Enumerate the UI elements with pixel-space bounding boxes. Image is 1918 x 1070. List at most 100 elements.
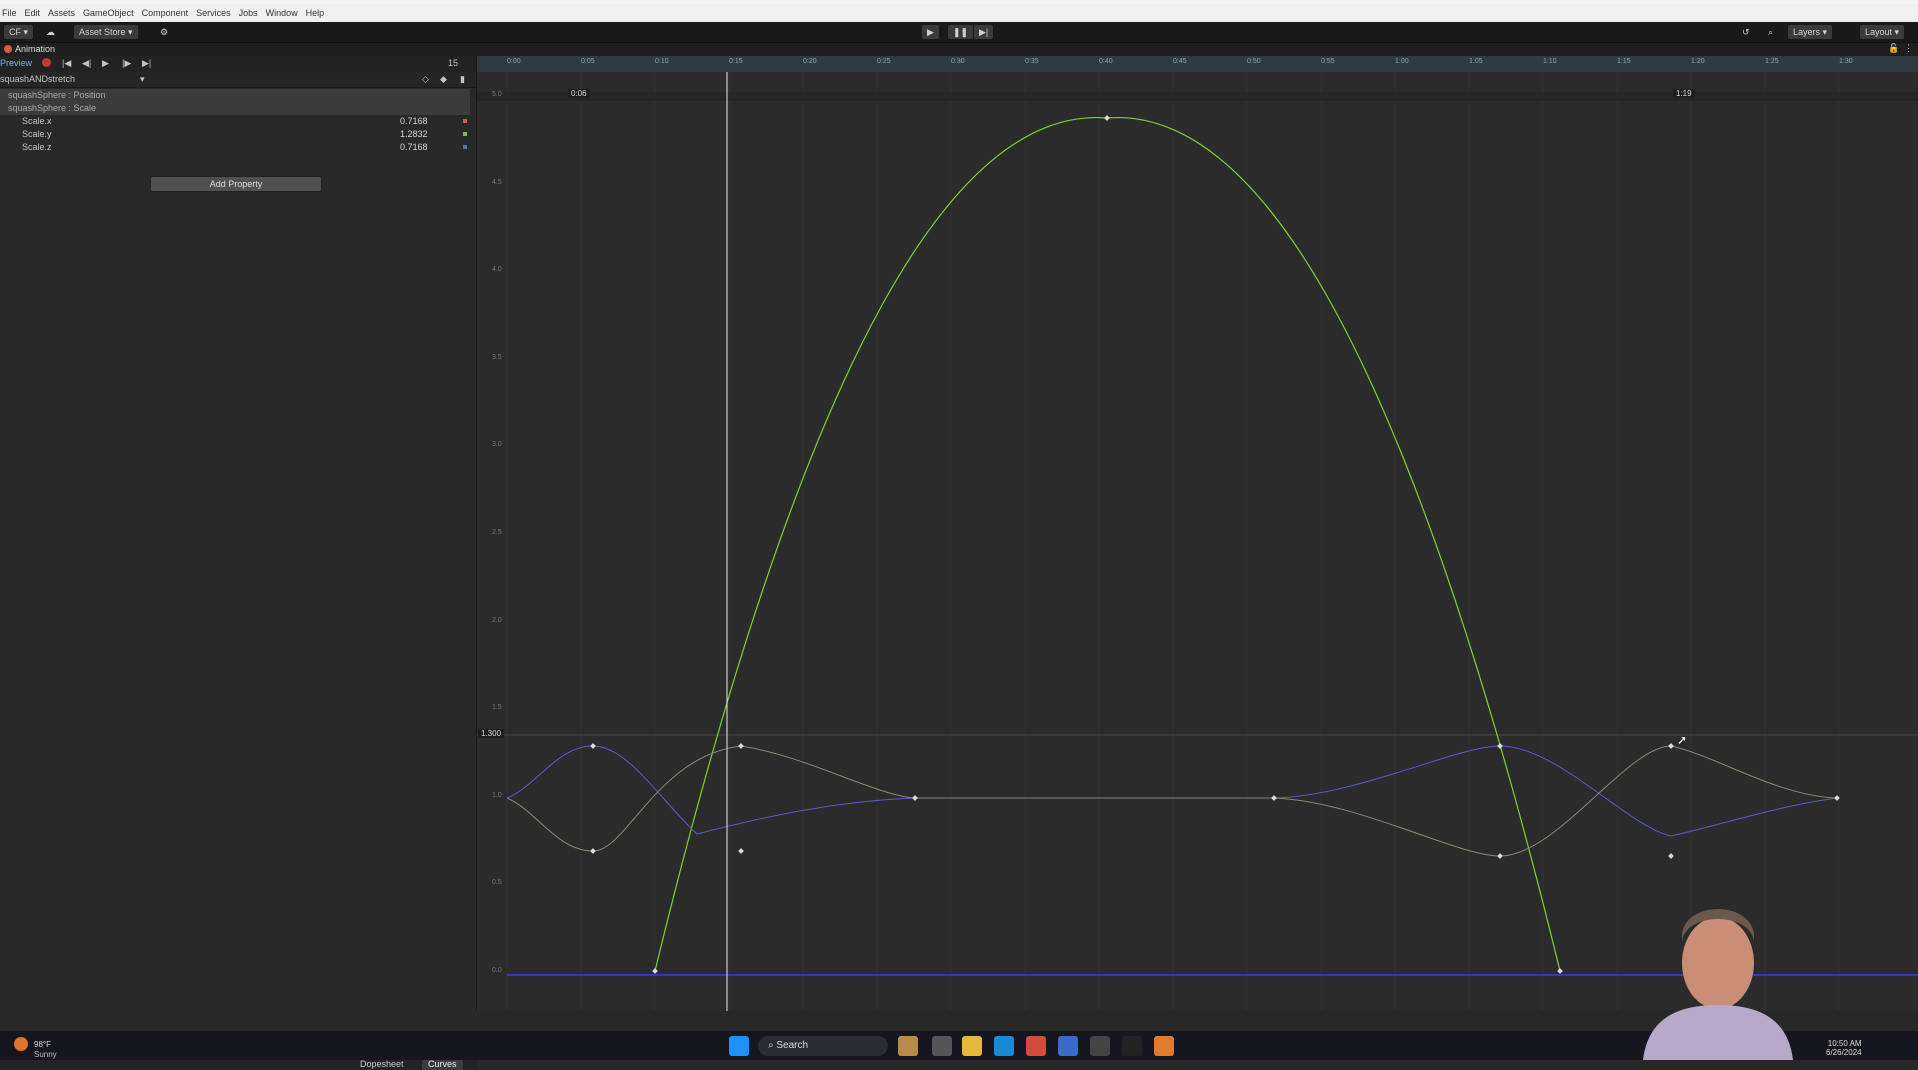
property-group[interactable]: squashSphere : Position: [0, 89, 470, 102]
menu-item-gameobject[interactable]: GameObject: [83, 4, 134, 22]
menu-bar: File Edit Assets GameObject Component Service…: [0, 4, 1918, 22]
task-view-icon[interactable]: [932, 1036, 952, 1056]
property-row[interactable]: Scale.x 0.7168: [0, 115, 470, 128]
y-axis-tick-label: 4.5: [492, 178, 502, 186]
property-label: Scale.z: [22, 142, 52, 152]
layout-label: Layout: [1865, 27, 1893, 37]
time-ruler[interactable]: 0:00 0:05 0:10 0:15 0:20 0:25 0:30 0:35 0:40 0:45…: [477, 56, 1918, 72]
account-dropdown[interactable]: CF ▾: [4, 25, 34, 39]
file-explorer-icon[interactable]: [962, 1036, 982, 1056]
widget-icon[interactable]: [898, 1036, 918, 1056]
property-value-field[interactable]: 0.7168: [400, 141, 440, 154]
y-axis-tick-label: 2.5: [492, 529, 502, 536]
add-event-icon[interactable]: ▮: [460, 74, 465, 85]
cloud-icon[interactable]: ☁: [46, 25, 55, 39]
record-button[interactable]: [42, 58, 51, 67]
ruler-tick-label: 1:15: [1617, 58, 1631, 65]
y-axis-tick-label: 0.0: [492, 967, 502, 974]
unity-hub-icon[interactable]: [1090, 1036, 1110, 1056]
menu-icon[interactable]: ⋮: [1904, 43, 1913, 54]
search-icon[interactable]: ⌕: [1768, 25, 1773, 39]
play-anim-button[interactable]: ▶: [102, 58, 109, 69]
menu-item-file[interactable]: File: [2, 4, 17, 22]
prev-key-button[interactable]: ◀|: [82, 58, 91, 69]
person-face: [1682, 917, 1754, 1009]
ruler-tick-label: 0:45: [1173, 58, 1187, 65]
blender-icon[interactable]: [1154, 1036, 1174, 1056]
ruler-tick-label: 1:00: [1395, 58, 1409, 65]
ruler-tick-label: 1:05: [1469, 58, 1483, 65]
settings-icon[interactable]: ⚙: [160, 25, 168, 39]
frame-field[interactable]: 15: [448, 58, 458, 68]
main-toolbar: CF ▾ ☁ Asset Store ▾ ⚙ ▶ ❚❚ ▶| ↺ ⌕ Layer…: [0, 22, 1918, 43]
curve-editor[interactable]: ➚: [477, 56, 1918, 1011]
edge-icon[interactable]: [994, 1036, 1014, 1056]
y-axis-tick-label: 2.0: [492, 616, 502, 624]
windows-start-icon[interactable]: [729, 1036, 749, 1056]
menu-item-edit[interactable]: Edit: [25, 4, 41, 22]
person-shirt: [1643, 1005, 1793, 1060]
animation-window-icon: [4, 45, 12, 53]
property-group[interactable]: squashSphere : Scale: [0, 102, 470, 115]
windows-taskbar: 98°F Sunny ⌕ Search: [0, 1031, 1918, 1060]
chrome-icon[interactable]: [1026, 1036, 1046, 1056]
ruler-tick-label: 0:00: [507, 58, 521, 65]
last-key-button[interactable]: ▶|: [142, 58, 151, 69]
layers-dropdown[interactable]: Layers ▾: [1788, 25, 1833, 39]
asset-store-dropdown[interactable]: Asset Store ▾: [74, 25, 138, 39]
ruler-tick-label: 0:25: [877, 58, 891, 65]
y-axis-tick-label: 5.0: [492, 91, 502, 98]
clip-dropdown[interactable]: squashANDstretch: [0, 74, 75, 84]
chevron-down-icon[interactable]: ▾: [140, 74, 145, 85]
menu-item-window[interactable]: Window: [266, 4, 298, 22]
preview-toggle[interactable]: Preview: [0, 58, 32, 68]
clock-date: 6/26/2024: [1826, 1048, 1862, 1057]
animation-property-panel: Preview |◀ ◀| ▶ |▶ ▶| 15 squashANDstretc…: [0, 56, 477, 1070]
animation-window-header: Animation 🔓 ⋮: [0, 43, 1918, 56]
step-button[interactable]: ▶|: [974, 25, 994, 39]
menu-item-jobs[interactable]: Jobs: [239, 4, 258, 22]
property-value-field[interactable]: 0.7168: [400, 115, 440, 128]
range-bar: [477, 92, 1918, 100]
property-value-field[interactable]: 1.2832: [400, 128, 440, 141]
ruler-tick-label: 0:30: [951, 58, 965, 65]
pause-button[interactable]: ❚❚: [948, 25, 974, 39]
layers-label: Layers: [1793, 27, 1821, 37]
property-row[interactable]: Scale.z 0.7168: [0, 141, 470, 154]
ruler-tick-label: 0:20: [803, 58, 817, 65]
keyframe-diamond-icon[interactable]: ◇: [422, 74, 429, 85]
y-axis-tick-label: 1.5: [492, 704, 502, 712]
ruler-tick-label: 0:10: [655, 58, 669, 65]
history-icon[interactable]: ↺: [1742, 25, 1750, 39]
menu-item-services[interactable]: Services: [196, 4, 231, 22]
clock-time: 10:50 AM: [1827, 1039, 1862, 1048]
webcam-overlay: [1643, 909, 1793, 1060]
app-icon[interactable]: [1058, 1036, 1078, 1056]
curve-editor-background: [477, 56, 1918, 1011]
ruler-tick-label: 0:40: [1099, 58, 1113, 65]
property-row[interactable]: Scale.y 1.2832: [0, 128, 470, 141]
mouse-cursor-icon: ➚: [1677, 733, 1687, 747]
y-axis-tick-label: 0.5: [492, 879, 502, 887]
layout-dropdown[interactable]: Layout ▾: [1860, 25, 1905, 39]
menu-item-assets[interactable]: Assets: [48, 4, 75, 22]
search-icon: ⌕: [768, 1040, 774, 1051]
clip-selector-row: squashANDstretch ▾ ◇ ◆ ▮: [0, 72, 476, 88]
ruler-tick-label: 0:35: [1025, 58, 1039, 65]
y-axis-tick-label: 1.0: [492, 791, 502, 799]
curve-color-swatch: [463, 145, 467, 149]
play-button[interactable]: ▶: [922, 25, 939, 39]
first-key-button[interactable]: |◀: [62, 58, 71, 69]
add-property-button[interactable]: Add Property: [150, 176, 322, 192]
lock-icon[interactable]: 🔓: [1888, 43, 1899, 54]
menu-item-component[interactable]: Component: [142, 4, 189, 22]
range-start-label: 0:06: [568, 89, 590, 98]
menu-item-help[interactable]: Help: [306, 4, 325, 22]
taskbar-search[interactable]: ⌕ Search: [758, 1036, 888, 1056]
y-axis-tick-label: 4.0: [492, 266, 502, 274]
add-keyframe-icon[interactable]: ◆: [440, 74, 447, 85]
weather-icon[interactable]: [14, 1037, 28, 1051]
unity-icon[interactable]: [1122, 1036, 1142, 1056]
next-key-button[interactable]: |▶: [122, 58, 131, 69]
ruler-tick-label: 0:50: [1247, 58, 1261, 65]
